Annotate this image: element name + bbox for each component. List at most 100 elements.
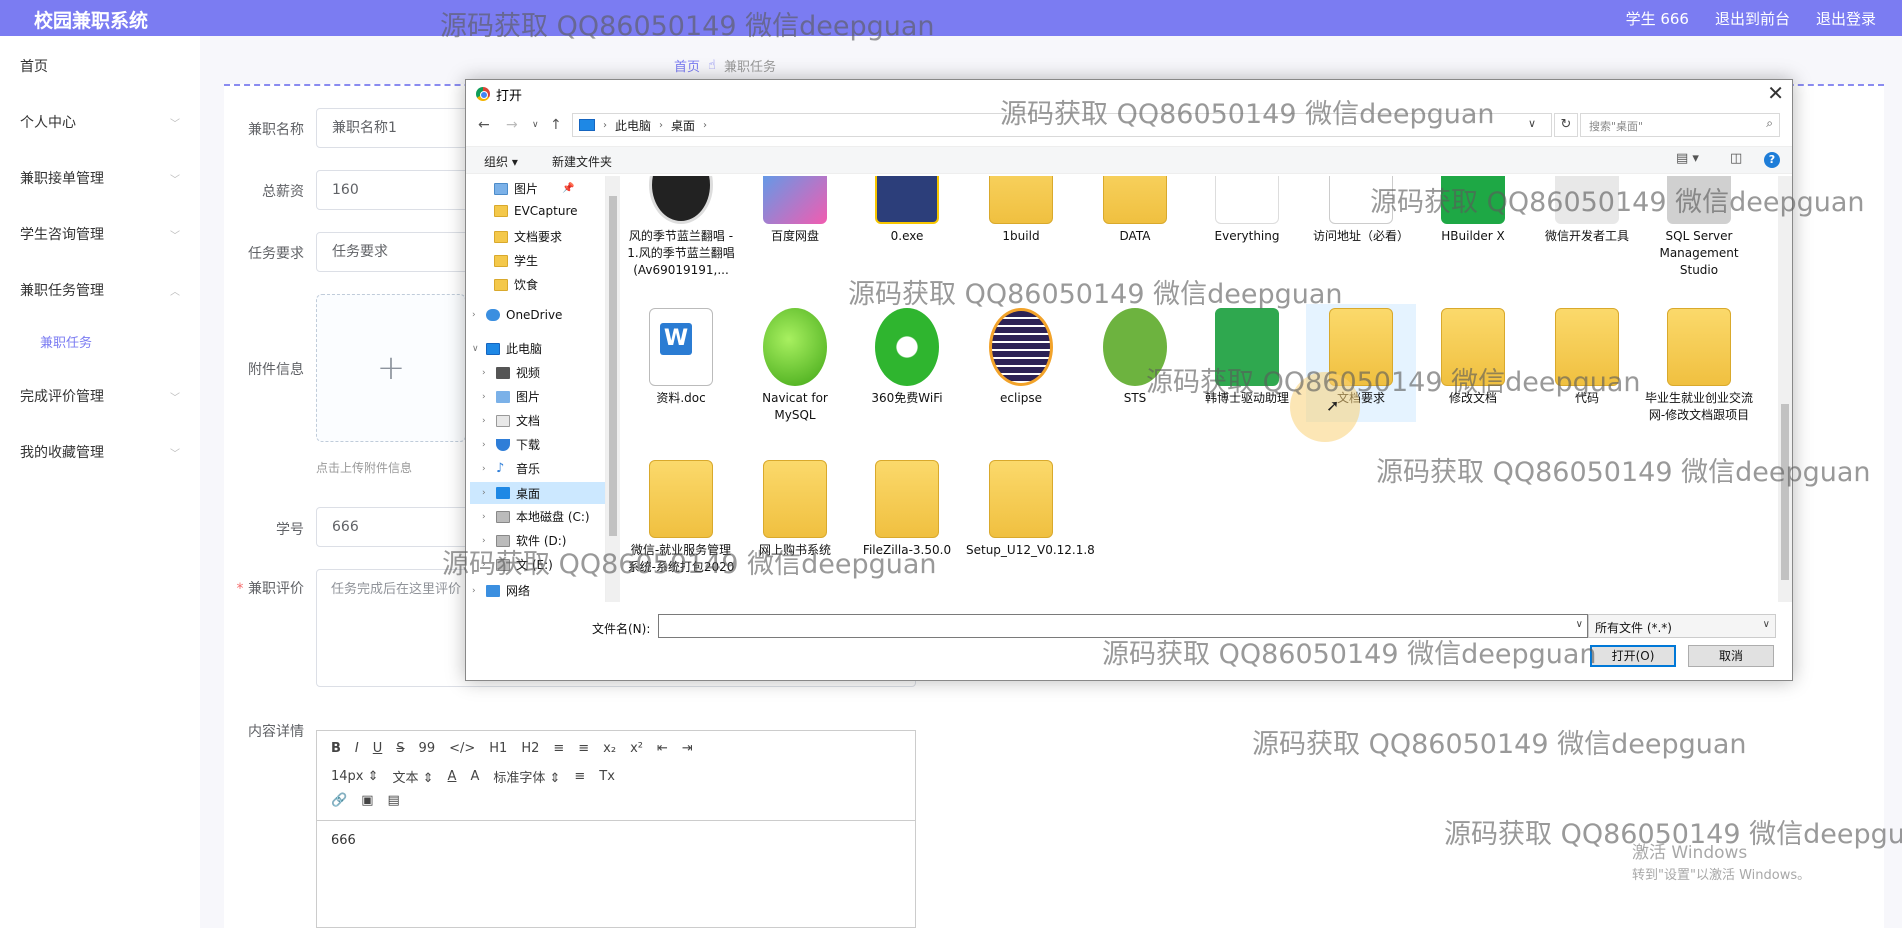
tree-item[interactable]: › ♪ 音乐 [482, 460, 540, 477]
name-input[interactable]: 兼职名称1 [316, 108, 476, 148]
logout-link[interactable]: 退出登录 [1816, 8, 1876, 29]
sidebar-item-personal[interactable]: 个人中心 ﹀ [20, 112, 180, 132]
sidebar-item-evaluations[interactable]: 完成评价管理 ﹀ [20, 386, 180, 406]
tree-item-desktop[interactable]: › 桌面 [470, 482, 605, 504]
expand-icon[interactable]: › [482, 440, 490, 450]
scroll-thumb[interactable] [609, 196, 617, 536]
background-color-button[interactable]: A [470, 769, 479, 784]
font-color-button[interactable]: A [448, 769, 457, 784]
tree-item[interactable]: › OneDrive [472, 308, 562, 322]
bold-button[interactable]: B [331, 741, 341, 756]
expand-icon[interactable]: › [482, 488, 490, 498]
expand-icon[interactable]: › [482, 392, 490, 402]
tree-item[interactable]: 图片 📌 [480, 180, 605, 197]
indent-button[interactable]: ⇥ [682, 741, 693, 756]
sidebar-subitem-task[interactable]: 兼职任务 [40, 332, 92, 351]
italic-button[interactable]: I [355, 741, 359, 756]
file-item[interactable]: 百度网盘 [740, 176, 850, 245]
file-item[interactable]: 风的季节蓝兰翻唱 - 1.风的季节蓝兰翻唱 (Av69019191,... [626, 176, 736, 279]
strike-button[interactable]: S [396, 741, 404, 756]
heading-select[interactable]: 文本 ⇕ [393, 767, 434, 786]
refresh-icon[interactable]: ↻ [1554, 113, 1578, 137]
underline-button[interactable]: U [373, 741, 383, 756]
cancel-button[interactable]: 取消 [1688, 645, 1774, 667]
path-segment[interactable]: 桌面 [671, 117, 695, 134]
breadcrumb-home[interactable]: 首页 [674, 56, 700, 75]
collapse-icon[interactable]: ∨ [472, 344, 480, 354]
tree-item[interactable]: 文档要求 [480, 228, 562, 245]
file-item[interactable]: 毕业生就业创业交流网-修改文档跟项目 [1644, 308, 1754, 424]
expand-icon[interactable]: › [472, 310, 480, 320]
sidebar-item-consult[interactable]: 学生咨询管理 ﹀ [20, 224, 180, 244]
font-size-select[interactable]: 14px ⇕ [331, 769, 379, 784]
superscript-button[interactable]: x² [630, 741, 643, 756]
expand-icon[interactable]: › [482, 512, 490, 522]
view-options-icon[interactable]: ▤ ▾ [1676, 151, 1699, 166]
expand-icon[interactable]: › [472, 586, 480, 596]
code-button[interactable]: </> [449, 741, 475, 756]
attachment-upload[interactable]: + [316, 294, 466, 442]
tree-item[interactable]: EVCapture [480, 204, 578, 218]
file-item[interactable]: Navicat for MySQL [740, 308, 850, 424]
ordered-list-button[interactable]: ≡ [553, 741, 564, 756]
h1-button[interactable]: H1 [489, 741, 507, 756]
file-item[interactable]: Everything [1192, 176, 1302, 245]
blockquote-button[interactable]: 99 [419, 741, 436, 756]
back-to-front-link[interactable]: 退出到前台 [1715, 8, 1790, 29]
align-button[interactable]: ≡ [574, 769, 585, 784]
search-input[interactable]: 搜索"桌面" ⌕ [1580, 113, 1780, 137]
forward-arrow-icon[interactable]: → [506, 117, 518, 133]
h2-button[interactable]: H2 [521, 741, 539, 756]
preview-pane-icon[interactable]: ◫ [1730, 151, 1742, 166]
requirement-input[interactable]: 任务要求 [316, 232, 476, 272]
link-icon[interactable]: 🔗 [331, 793, 347, 808]
tree-item[interactable]: 学生 [480, 252, 538, 269]
close-icon[interactable]: ✕ [1767, 81, 1784, 105]
open-button[interactable]: 打开(O) [1590, 645, 1676, 667]
tree-item[interactable]: 饮食 [480, 276, 538, 293]
subscript-button[interactable]: x₂ [603, 741, 616, 756]
sidebar-item-favorites[interactable]: 我的收藏管理 ﹀ [20, 442, 180, 462]
sidebar-item-home[interactable]: 首页 [20, 56, 180, 76]
sidebar-item-orders[interactable]: 兼职接单管理 ﹀ [20, 168, 180, 188]
bullet-list-button[interactable]: ≡ [578, 741, 589, 756]
file-item[interactable]: 0.exe [852, 176, 962, 245]
salary-input[interactable]: 160 [316, 170, 476, 210]
user-menu[interactable]: 学生 666 [1626, 8, 1689, 29]
help-icon[interactable]: ? [1764, 152, 1780, 168]
video-icon[interactable]: ▤ [387, 793, 399, 808]
tree-item[interactable]: ∨ 此电脑 [472, 340, 542, 357]
scroll-thumb[interactable] [1781, 404, 1789, 580]
sidebar-item-tasks[interactable]: 兼职任务管理 ︿ [20, 280, 180, 300]
up-arrow-icon[interactable]: ↑ [550, 117, 562, 133]
expand-icon[interactable]: › [482, 368, 490, 378]
font-family-select[interactable]: 标准字体 ⇕ [493, 767, 560, 786]
tree-item[interactable]: › 下载 [482, 436, 540, 453]
filetype-select[interactable]: 所有文件 (*.*) ∨ [1588, 614, 1776, 638]
path-segment[interactable]: 此电脑 [615, 117, 651, 134]
file-item[interactable]: DATA [1080, 176, 1190, 245]
recent-dropdown-icon[interactable]: ∨ [532, 120, 539, 130]
file-item[interactable]: 1build [966, 176, 1076, 245]
outdent-button[interactable]: ⇤ [657, 741, 668, 756]
tree-item[interactable]: › 本地磁盘 (C:) [482, 508, 590, 525]
file-item[interactable]: 资料.doc [626, 308, 736, 407]
file-item[interactable]: 360免费WiFi [852, 308, 962, 407]
expand-icon[interactable]: › [482, 416, 490, 426]
student-id-input[interactable]: 666 [316, 507, 476, 547]
chevron-down-icon[interactable]: ∨ [1576, 619, 1583, 630]
expand-icon[interactable]: › [482, 464, 490, 474]
back-arrow-icon[interactable]: ← [478, 117, 490, 133]
address-dropdown-icon[interactable]: ∨ [1528, 117, 1536, 130]
tree-scrollbar[interactable] [606, 176, 620, 602]
clear-format-button[interactable]: Tx [599, 769, 615, 784]
tree-item[interactable]: › 网络 [472, 582, 530, 599]
file-item[interactable]: eclipse [966, 308, 1076, 407]
organize-button[interactable]: 组织 ▾ [484, 153, 518, 170]
editor-content[interactable]: 666 [317, 821, 915, 860]
new-folder-button[interactable]: 新建文件夹 [552, 153, 612, 170]
tree-item[interactable]: › 文档 [482, 412, 540, 429]
file-grid-scrollbar[interactable] [1778, 176, 1792, 602]
tree-item[interactable]: › 图片 [482, 388, 540, 405]
image-icon[interactable]: ▣ [361, 793, 373, 808]
